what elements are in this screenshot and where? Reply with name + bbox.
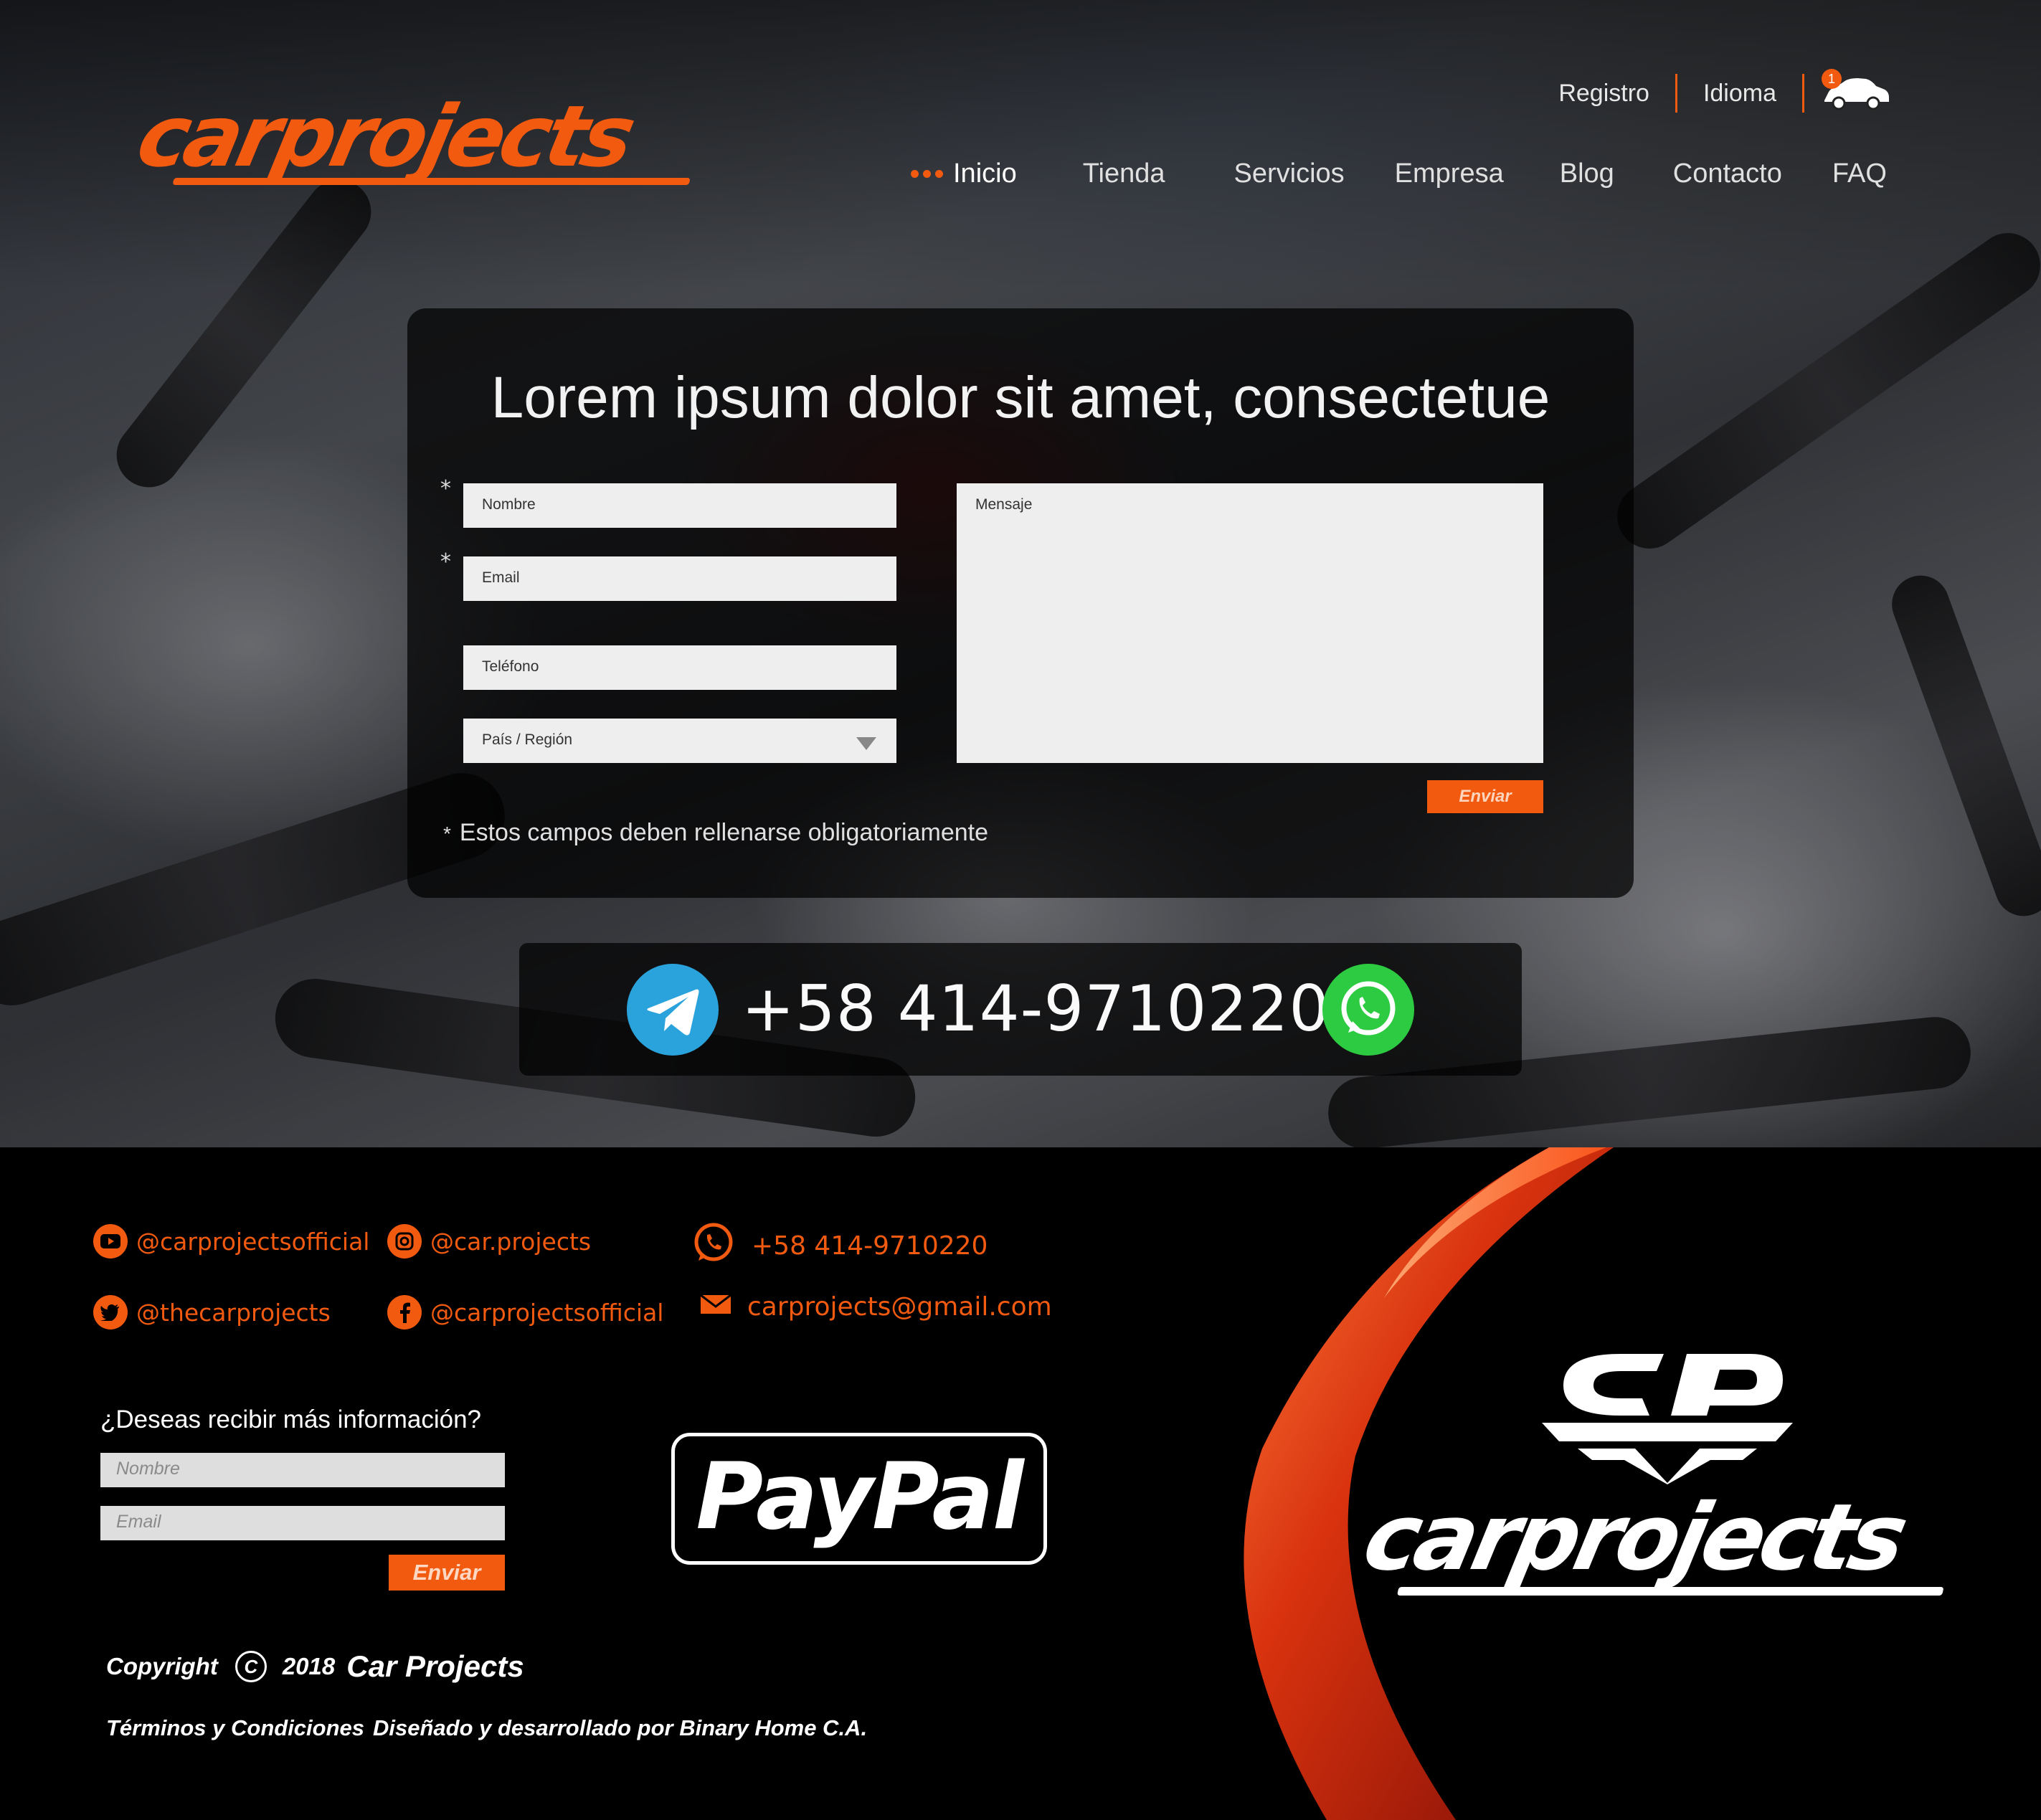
- instagram-icon: [387, 1224, 422, 1259]
- nav-link-servicios[interactable]: Servicios: [1234, 158, 1345, 189]
- main-navigation: Inicio Tienda Servicios Empresa Blog Con…: [911, 152, 1887, 195]
- telegram-icon[interactable]: [627, 964, 719, 1056]
- footer-email: carprojects@gmail.com: [747, 1292, 1052, 1322]
- youtube-link[interactable]: @carprojectsofficial: [93, 1224, 369, 1259]
- facebook-handle: @carprojectsofficial: [430, 1298, 664, 1327]
- footer-brand-logo-text: carprojects: [1355, 1484, 1913, 1591]
- mail-icon: [700, 1293, 731, 1322]
- facebook-link[interactable]: @carprojectsofficial: [387, 1295, 663, 1330]
- nav-link-tienda[interactable]: Tienda: [1083, 158, 1165, 189]
- form-title: Lorem ipsum dolor sit amet, consectetue: [491, 365, 1550, 430]
- footer-phone: +58 414-9710220: [752, 1231, 988, 1261]
- required-note-text: Estos campos deben rellenarse obligatori…: [459, 819, 988, 846]
- language-link[interactable]: Idioma: [1677, 80, 1802, 108]
- brand-logo-text: carprojects: [129, 87, 640, 186]
- active-indicator-icon: [911, 169, 943, 178]
- chevron-down-icon: [856, 737, 876, 750]
- paypal-logo: PayPal: [671, 1433, 1047, 1565]
- phone-number[interactable]: +58 414-9710220: [742, 972, 1330, 1046]
- newsletter-email-input[interactable]: Email: [100, 1506, 505, 1540]
- twitter-link[interactable]: @thecarprojects: [93, 1295, 331, 1330]
- whatsapp-icon[interactable]: [1322, 964, 1414, 1056]
- footer-brand-logo: carprojects: [1355, 1484, 1979, 1596]
- newsletter-title: ¿Deseas recibir más información?: [100, 1406, 482, 1433]
- youtube-handle: @carprojectsofficial: [136, 1227, 370, 1256]
- contact-submit-button[interactable]: Enviar: [1427, 780, 1543, 813]
- newsletter-name-input[interactable]: Nombre: [100, 1453, 505, 1487]
- instagram-link[interactable]: @car.projects: [387, 1224, 591, 1259]
- top-utility-bar: Registro Idioma 1: [1533, 69, 1890, 115]
- country-select-label: País / Región: [482, 731, 573, 748]
- register-link[interactable]: Registro: [1533, 80, 1675, 108]
- twitter-handle: @thecarprojects: [136, 1298, 331, 1327]
- nav-link-faq[interactable]: FAQ: [1832, 158, 1887, 189]
- cart-button[interactable]: 1: [1822, 69, 1890, 115]
- nav-item-inicio[interactable]: Inicio: [911, 158, 1017, 189]
- phone-banner: +58 414-9710220: [519, 943, 1522, 1076]
- copyright-label: Copyright: [106, 1653, 218, 1679]
- nav-link-blog[interactable]: Blog: [1560, 158, 1614, 189]
- copyright-icon: C: [235, 1651, 267, 1682]
- logo-underline: [172, 178, 691, 185]
- required-note: * Estos campos deben rellenarse obligator…: [443, 819, 988, 847]
- copyright-year: 2018: [282, 1653, 336, 1679]
- logo-underline: [1396, 1587, 1944, 1596]
- name-input[interactable]: Nombre: [463, 483, 896, 528]
- hero-section: carprojects Registro Idioma 1 Inicio Tie…: [0, 0, 2041, 1147]
- instagram-handle: @car.projects: [430, 1227, 592, 1256]
- message-textarea[interactable]: Mensaje: [957, 483, 1543, 763]
- cp-monogram-logo: [1542, 1354, 1793, 1484]
- cart-count-badge: 1: [1822, 69, 1842, 89]
- contact-form-panel: Lorem ipsum dolor sit amet, consectetue …: [407, 308, 1634, 898]
- required-mark: *: [440, 549, 451, 574]
- youtube-icon: [93, 1224, 128, 1259]
- footer-phone-link[interactable]: +58 414-9710220: [693, 1222, 988, 1269]
- brand-logo[interactable]: carprojects: [129, 87, 737, 186]
- nav-link-inicio[interactable]: Inicio: [953, 158, 1017, 189]
- newsletter-submit-button[interactable]: Enviar: [389, 1555, 505, 1591]
- company-name: Car Projects: [346, 1649, 524, 1683]
- twitter-icon: [93, 1295, 128, 1330]
- divider: [1802, 74, 1804, 113]
- country-select[interactable]: País / Región: [463, 719, 896, 763]
- nav-link-empresa[interactable]: Empresa: [1395, 158, 1504, 189]
- phone-input[interactable]: Teléfono: [463, 645, 896, 690]
- footer: @carprojectsofficial @car.projects +58 4…: [0, 1147, 2041, 1820]
- required-mark: *: [443, 823, 451, 845]
- terms-link[interactable]: Términos y Condiciones: [106, 1715, 364, 1741]
- copyright-line: Copyright C 2018 Car Projects: [106, 1649, 524, 1684]
- email-input[interactable]: Email: [463, 556, 896, 601]
- nav-link-contacto[interactable]: Contacto: [1673, 158, 1782, 189]
- required-mark: *: [440, 476, 451, 501]
- credits-text: Diseñado y desarrollado por Binary Home …: [373, 1715, 868, 1740]
- whatsapp-outline-icon: [693, 1222, 734, 1269]
- facebook-icon: [387, 1295, 422, 1330]
- footer-email-link[interactable]: carprojects@gmail.com: [700, 1292, 1052, 1322]
